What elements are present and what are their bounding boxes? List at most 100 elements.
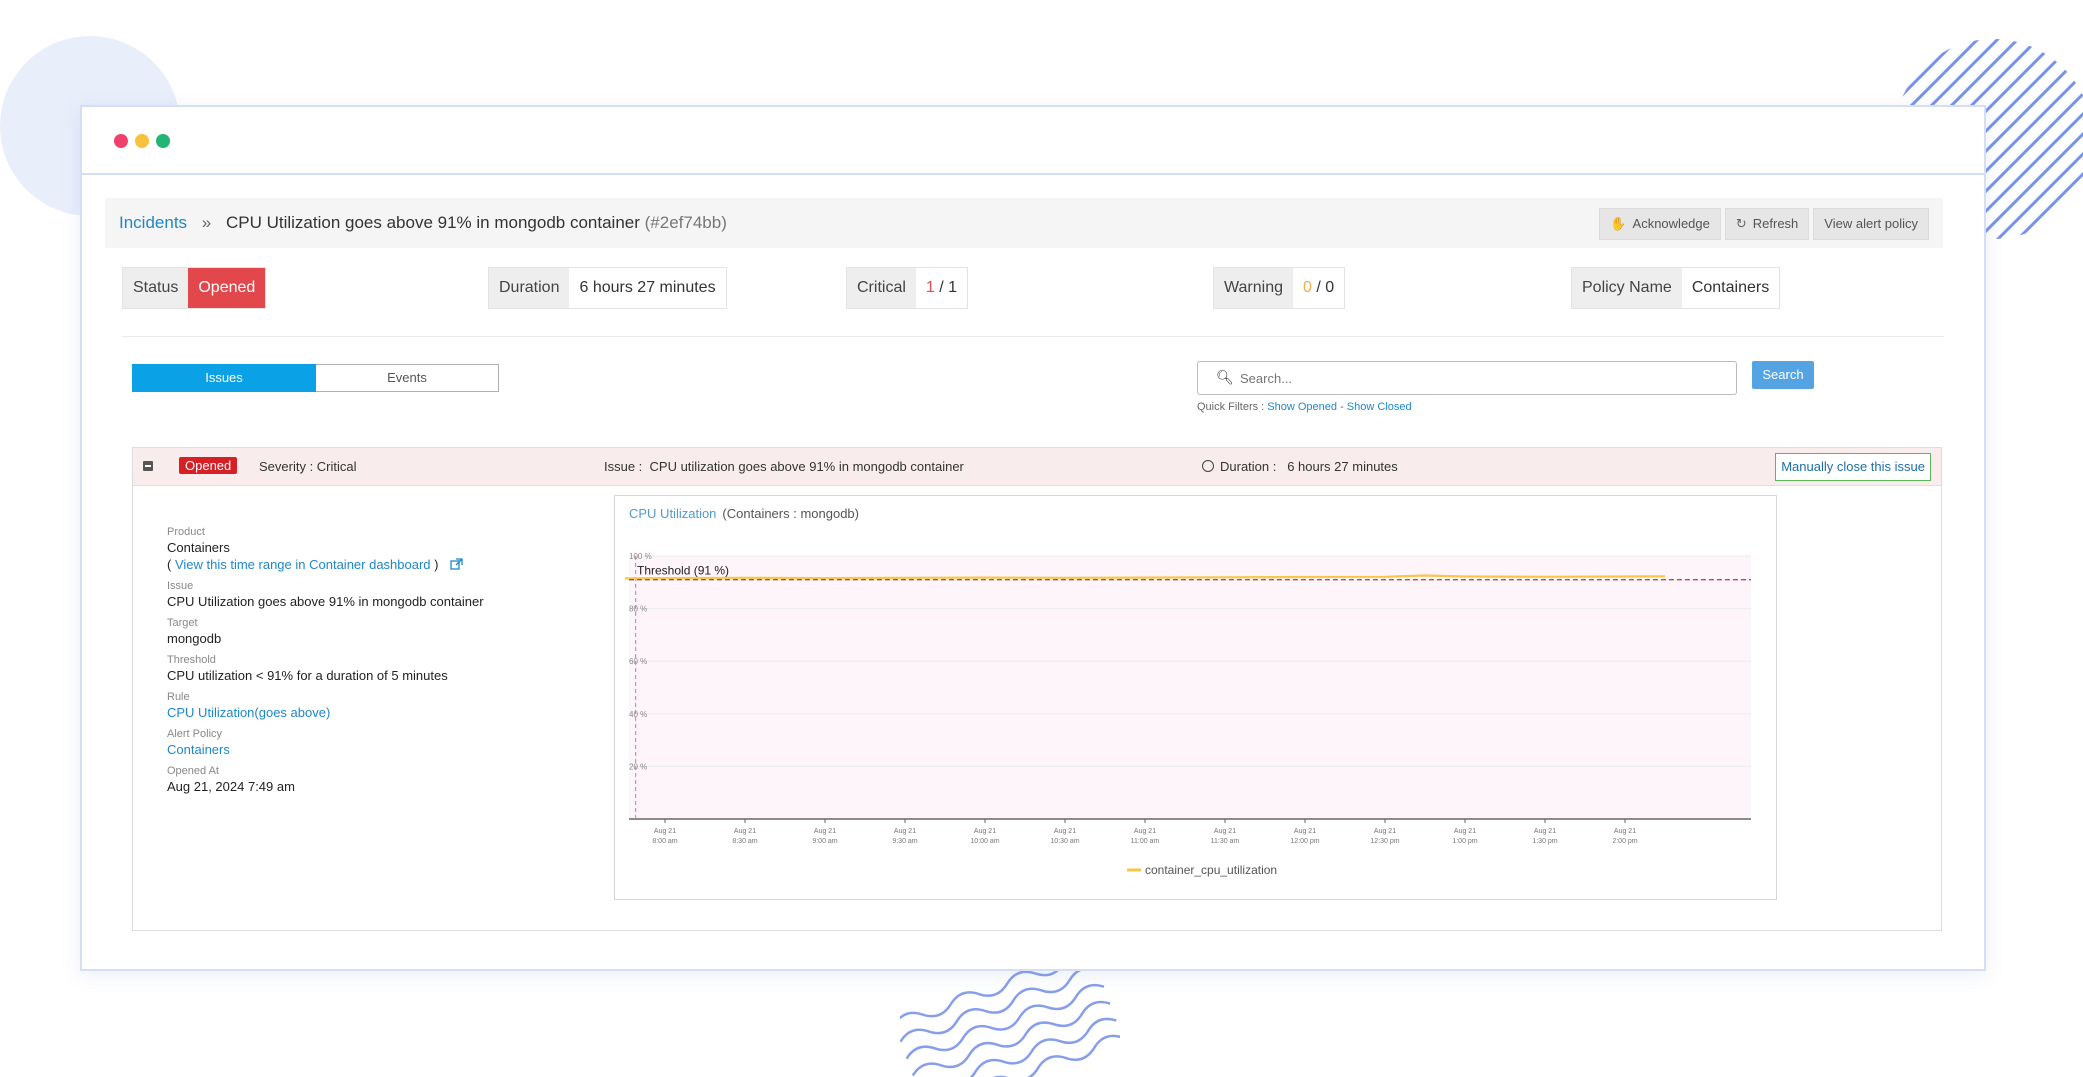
- rule-link[interactable]: CPU Utilization(goes above): [167, 705, 330, 720]
- opened-at-value: Aug 21, 2024 7:49 am: [167, 779, 295, 794]
- search-icon: 🔍︎: [1216, 369, 1234, 385]
- container-dashboard-link[interactable]: View this time range in Container dashbo…: [175, 557, 431, 572]
- manually-close-button[interactable]: Manually close this issue: [1775, 453, 1931, 481]
- cpu-chart-card: CPU Utilization (Containers : mongodb) 20…: [614, 495, 1777, 900]
- x-tick-label-time: 11:30 am: [1211, 838, 1240, 845]
- dashboard-link-close: ): [430, 557, 439, 572]
- y-tick-label: 80 %: [629, 605, 647, 614]
- x-tick-label-date: Aug 21: [1374, 828, 1396, 835]
- y-tick-label: 40 %: [629, 710, 647, 719]
- critical-sep: /: [934, 279, 949, 296]
- refresh-button[interactable]: ↻ Refresh: [1724, 208, 1810, 240]
- x-tick-label-date: Aug 21: [734, 828, 756, 835]
- incident-header: Incidents » CPU Utilization goes above 9…: [105, 198, 1943, 248]
- x-tick-label-date: Aug 21: [894, 828, 916, 835]
- x-tick-label-date: Aug 21: [654, 828, 676, 835]
- x-tick-label-date: Aug 21: [814, 828, 836, 835]
- x-tick-label-time: 10:30 am: [1050, 838, 1079, 845]
- decorative-waves: [900, 965, 1120, 1077]
- section-divider: [122, 336, 1944, 337]
- warning-current: 0: [1302, 279, 1312, 296]
- x-tick-label-time: 9:30 am: [892, 838, 917, 845]
- target-value: mongodb: [167, 631, 222, 646]
- breadcrumb: Incidents » CPU Utilization goes above 9…: [119, 198, 727, 248]
- warning-label: Warning: [1214, 268, 1293, 308]
- alert-policy-link[interactable]: Containers: [167, 742, 230, 757]
- status-label: Status: [123, 268, 189, 308]
- status-summary: Status Opened: [122, 267, 267, 309]
- dashboard-link-open: (: [167, 557, 175, 572]
- plot-background: [629, 556, 1751, 819]
- critical-total: 1: [948, 279, 958, 296]
- breadcrumb-incidents-link[interactable]: Incidents: [119, 213, 187, 232]
- dashboard-link-row: ( View this time range in Container dash…: [167, 557, 484, 572]
- search-input[interactable]: [1238, 366, 1722, 390]
- external-link-icon[interactable]: [450, 558, 464, 570]
- x-tick-label-date: Aug 21: [1454, 828, 1476, 835]
- view-alert-policy-button[interactable]: View alert policy: [1813, 208, 1929, 240]
- x-tick-label-date: Aug 21: [1214, 828, 1236, 835]
- window-close-dot[interactable]: [114, 134, 128, 148]
- rule-value: CPU Utilization(goes above): [167, 705, 484, 720]
- issue-label: Issue: [167, 580, 194, 592]
- x-tick-label-date: Aug 21: [1534, 828, 1556, 835]
- product-label: Product: [167, 526, 205, 538]
- x-tick-label-time: 9:00 am: [812, 838, 837, 845]
- x-tick-label-time: 12:00 pm: [1290, 838, 1319, 845]
- refresh-label: Refresh: [1752, 216, 1799, 231]
- issue-summary: Issue : CPU utilization goes above 91% i…: [604, 459, 964, 474]
- threshold-label: Threshold (91 %): [637, 564, 729, 578]
- tab-events[interactable]: Events: [316, 364, 499, 392]
- view-alert-policy-label: View alert policy: [1824, 216, 1918, 231]
- x-tick-label-time: 1:30 pm: [1532, 838, 1557, 845]
- issue-duration-text: Duration : 6 hours 27 minutes: [1220, 459, 1398, 474]
- opened-at-label: Opened At: [167, 765, 219, 777]
- issue-panel: Opened Severity : Critical Issue : CPU u…: [132, 447, 1942, 931]
- y-tick-label: 20 %: [629, 762, 647, 771]
- y-tick-label: 100 %: [629, 552, 652, 561]
- x-tick-label-date: Aug 21: [1134, 828, 1156, 835]
- window-maximize-dot[interactable]: [156, 134, 170, 148]
- x-tick-label-date: Aug 21: [1294, 828, 1316, 835]
- critical-label: Critical: [847, 268, 916, 308]
- policy-link[interactable]: Containers: [1681, 268, 1780, 308]
- alert-policy-label: Alert Policy: [167, 728, 223, 740]
- alert-policy-value: Containers: [167, 742, 484, 757]
- warning-total: 0: [1325, 279, 1335, 296]
- breadcrumb-separator: »: [201, 213, 212, 232]
- duration-label: Duration: [489, 268, 570, 308]
- warning-count: 0 / 0: [1292, 268, 1345, 308]
- search-box: 🔍︎: [1197, 361, 1737, 395]
- x-tick-label-date: Aug 21: [1614, 828, 1636, 835]
- x-tick-label-time: 1:00 pm: [1452, 838, 1477, 845]
- product-value: Containers: [167, 540, 230, 555]
- tab-issues[interactable]: Issues: [132, 364, 316, 392]
- duration-summary: Duration 6 hours 27 minutes: [488, 267, 727, 309]
- x-tick-label-time: 12:30 pm: [1370, 838, 1399, 845]
- y-tick-label: 60 %: [629, 657, 647, 666]
- quick-filters: Quick Filters : Show Opened - Show Close…: [1197, 401, 1412, 413]
- issue-severity: Severity : Critical: [259, 459, 357, 474]
- quick-filters-sep: -: [1337, 401, 1347, 413]
- window-titlebar: [82, 107, 1984, 175]
- issue-duration: Duration : 6 hours 27 minutes: [1202, 448, 1398, 485]
- threshold-label: Threshold: [167, 654, 216, 666]
- x-tick-label-time: 8:00 am: [652, 838, 677, 845]
- window-minimize-dot[interactable]: [135, 134, 149, 148]
- acknowledge-button[interactable]: ✋ Acknowledge: [1599, 208, 1721, 240]
- show-closed-filter[interactable]: Show Closed: [1347, 401, 1412, 413]
- critical-count: 1 / 1: [915, 268, 968, 308]
- issue-status-badge: Opened: [179, 457, 238, 474]
- app-window: Incidents » CPU Utilization goes above 9…: [80, 105, 1986, 971]
- x-tick-label-time: 8:30 am: [732, 838, 757, 845]
- collapse-icon[interactable]: [143, 461, 153, 471]
- warning-sep: /: [1311, 279, 1326, 296]
- target-label: Target: [167, 617, 198, 629]
- search-button[interactable]: Search: [1752, 361, 1814, 389]
- quick-filters-label: Quick Filters :: [1197, 401, 1268, 413]
- thumbs-up-icon: ✋: [1610, 216, 1627, 231]
- threshold-value: CPU utilization < 91% for a duration of …: [167, 668, 448, 683]
- show-opened-filter[interactable]: Show Opened: [1267, 401, 1337, 413]
- header-actions: ✋ Acknowledge ↻ Refresh View alert polic…: [1599, 208, 1929, 240]
- x-tick-label-time: 11:00 am: [1131, 838, 1160, 845]
